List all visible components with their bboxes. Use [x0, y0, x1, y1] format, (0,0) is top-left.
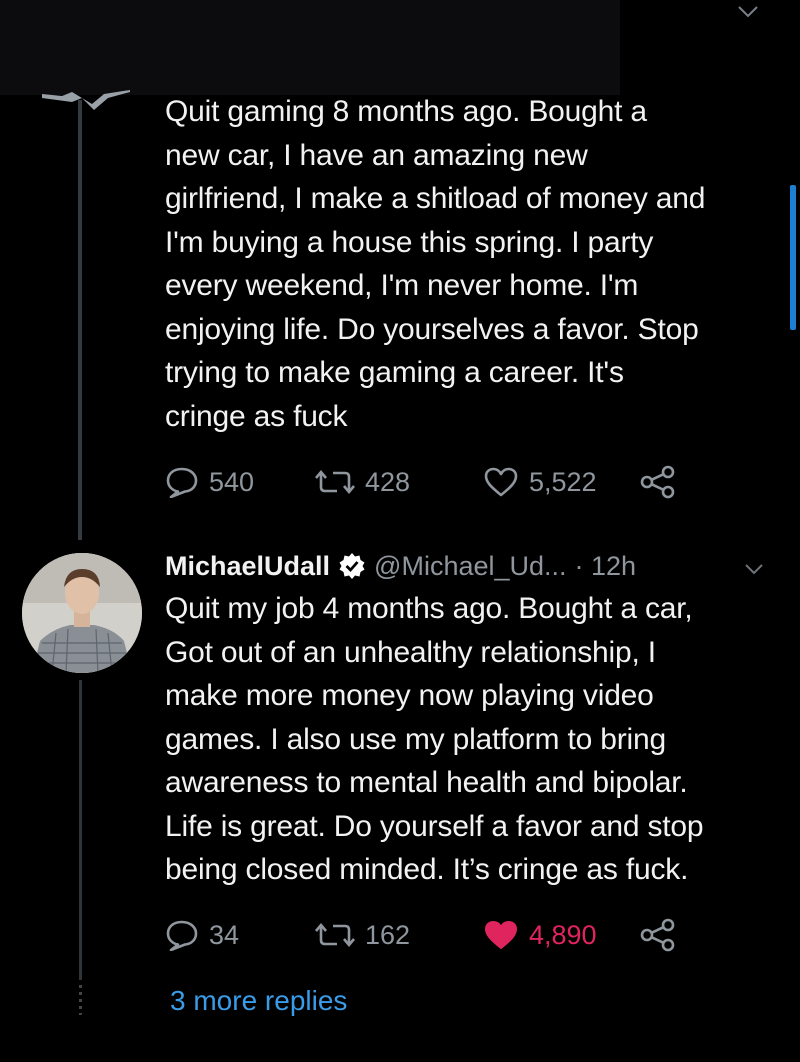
like-count: 4,890: [529, 919, 597, 950]
user-handle[interactable]: @Michael_Ud...: [374, 551, 566, 582]
like-button[interactable]: 4,890: [483, 915, 597, 955]
previous-avatar: [42, 90, 130, 112]
share-icon: [640, 918, 675, 952]
share-icon: [640, 465, 675, 499]
retweet-icon: [315, 922, 355, 948]
retweet-button[interactable]: 162: [315, 915, 410, 955]
verified-badge-icon: [338, 552, 366, 580]
thread-continuation-dots: [79, 985, 82, 1015]
more-replies-link[interactable]: 3 more replies: [170, 985, 347, 1017]
retweet-button[interactable]: 428: [315, 462, 410, 502]
thread-line-lower: [79, 680, 82, 980]
retweet-icon: [315, 469, 355, 495]
heart-filled-icon: [485, 921, 517, 949]
top-bar: [0, 0, 620, 95]
reply-button[interactable]: 34: [165, 915, 239, 955]
reply-icon: [166, 467, 198, 498]
chevron-down-icon[interactable]: [743, 562, 765, 576]
like-button[interactable]: 5,522: [483, 462, 597, 502]
reply-icon: [166, 920, 198, 951]
reply-tweet-text: Quit my job 4 months ago. Bought a car, …: [165, 592, 704, 886]
like-count: 5,522: [529, 466, 597, 497]
previous-tweet-text: Quit gaming 8 months ago. Bought a new c…: [165, 95, 706, 433]
scrollbar-thumb[interactable]: [790, 185, 796, 330]
thread-line: [78, 100, 82, 540]
heart-icon: [484, 467, 518, 497]
tweet-timestamp[interactable]: · 12h: [575, 551, 637, 582]
retweet-count: 428: [365, 466, 411, 497]
share-button[interactable]: [638, 915, 678, 955]
retweet-count: 162: [365, 919, 411, 950]
previous-tweet-actions: 540 428 5,522: [165, 462, 725, 502]
reply-button[interactable]: 540: [165, 462, 254, 502]
tweet-header: MichaelUdall @Michael_Ud... · 12h: [165, 546, 636, 586]
reply-count: 540: [209, 466, 255, 497]
avatar[interactable]: [22, 553, 142, 673]
chevron-down-icon[interactable]: [735, 2, 761, 22]
share-button[interactable]: [638, 462, 678, 502]
reply-tweet-actions: 34 162 4,890: [165, 915, 725, 955]
display-name[interactable]: MichaelUdall: [165, 551, 330, 582]
reply-count: 34: [209, 919, 240, 950]
